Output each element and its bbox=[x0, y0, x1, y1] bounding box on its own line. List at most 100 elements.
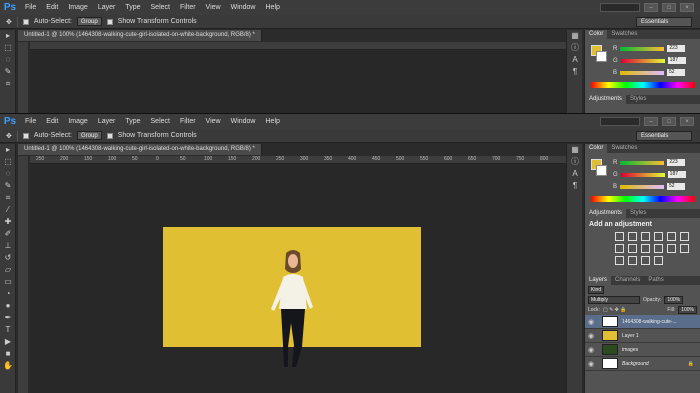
maximize-button[interactable]: □ bbox=[662, 3, 676, 12]
menu-file[interactable]: File bbox=[20, 118, 41, 125]
menu-window[interactable]: Window bbox=[226, 4, 261, 11]
quick-select-tool-icon[interactable]: ✎ bbox=[0, 180, 16, 192]
properties-icon[interactable]: ⓘ bbox=[567, 156, 583, 168]
move-tool-icon[interactable]: ✥ bbox=[6, 132, 12, 140]
blue-value-input[interactable]: 52 bbox=[667, 183, 686, 190]
layer-filter-dropdown[interactable]: Kind bbox=[588, 286, 605, 294]
tab-swatches[interactable]: Swatches bbox=[607, 30, 641, 39]
brightness-contrast-icon[interactable] bbox=[615, 232, 624, 241]
photo-filter-icon[interactable] bbox=[641, 244, 650, 253]
threshold-icon[interactable] bbox=[628, 256, 637, 265]
tab-adjustments[interactable]: Adjustments bbox=[585, 209, 627, 218]
canvas-area[interactable] bbox=[30, 51, 566, 113]
lasso-tool-icon[interactable]: ◌ bbox=[0, 54, 16, 66]
visibility-eye-icon[interactable]: ◉ bbox=[588, 360, 598, 368]
blue-slider[interactable] bbox=[620, 184, 665, 189]
paragraph-icon[interactable]: ¶ bbox=[567, 66, 583, 78]
background-color-swatch[interactable] bbox=[596, 165, 607, 176]
document-canvas[interactable] bbox=[163, 227, 421, 367]
menu-image[interactable]: Image bbox=[63, 118, 92, 125]
menu-select[interactable]: Select bbox=[146, 4, 175, 11]
hand-tool-icon[interactable]: ✋ bbox=[0, 360, 16, 372]
menu-layer[interactable]: Layer bbox=[93, 118, 121, 125]
layer-row[interactable]: ◉ 1464308-walking-cute-... bbox=[585, 315, 700, 329]
gradient-map-icon[interactable] bbox=[641, 256, 650, 265]
quick-select-tool-icon[interactable]: ✎ bbox=[0, 66, 16, 78]
color-balance-icon[interactable] bbox=[615, 244, 624, 253]
channel-mixer-icon[interactable] bbox=[654, 244, 663, 253]
history-brush-tool-icon[interactable]: ↺ bbox=[0, 252, 16, 264]
tab-swatches[interactable]: Swatches bbox=[607, 144, 641, 153]
background-color-swatch[interactable] bbox=[596, 51, 607, 62]
document-tab[interactable]: Untitled-1 @ 100% (1464308-walking-cute-… bbox=[18, 30, 262, 41]
tab-adjustments[interactable]: Adjustments bbox=[585, 95, 627, 104]
dodge-tool-icon[interactable]: ● bbox=[0, 300, 16, 312]
red-slider[interactable] bbox=[620, 160, 665, 165]
menu-view[interactable]: View bbox=[201, 4, 226, 11]
healing-brush-tool-icon[interactable]: ✚ bbox=[0, 216, 16, 228]
auto-select-dropdown[interactable]: Group bbox=[77, 17, 102, 26]
character-icon[interactable]: A bbox=[567, 54, 583, 66]
color-spectrum[interactable] bbox=[591, 82, 695, 88]
green-slider[interactable] bbox=[620, 58, 665, 63]
red-slider[interactable] bbox=[620, 46, 665, 51]
visibility-eye-icon[interactable]: ◉ bbox=[588, 318, 598, 326]
properties-icon[interactable]: ⓘ bbox=[567, 42, 583, 54]
marquee-tool-icon[interactable]: ⬚ bbox=[0, 156, 16, 168]
menu-help[interactable]: Help bbox=[261, 118, 285, 125]
layer-row[interactable]: ◉ Layer 1 bbox=[585, 329, 700, 343]
green-slider[interactable] bbox=[620, 172, 665, 177]
move-tool-icon[interactable]: ✥ bbox=[6, 18, 12, 26]
search-input[interactable] bbox=[600, 117, 640, 126]
eyedropper-tool-icon[interactable]: ⁄ bbox=[0, 204, 16, 216]
tab-styles[interactable]: Styles bbox=[626, 95, 650, 104]
layer-row[interactable]: ◉ Background 🔒 bbox=[585, 357, 700, 371]
layer-row[interactable]: ◉ images bbox=[585, 343, 700, 357]
auto-select-checkbox[interactable] bbox=[22, 132, 29, 139]
maximize-button[interactable]: □ bbox=[662, 117, 676, 126]
move-tool-icon[interactable]: ▸ bbox=[0, 30, 16, 42]
transform-controls-checkbox[interactable] bbox=[106, 18, 113, 25]
menu-edit[interactable]: Edit bbox=[41, 118, 63, 125]
crop-tool-icon[interactable]: ⌗ bbox=[0, 78, 16, 90]
eraser-tool-icon[interactable]: ▱ bbox=[0, 264, 16, 276]
menu-file[interactable]: File bbox=[20, 4, 41, 11]
close-button[interactable]: × bbox=[680, 117, 694, 126]
canvas-area[interactable] bbox=[30, 165, 566, 393]
invert-icon[interactable] bbox=[680, 244, 689, 253]
opacity-input[interactable]: 100% bbox=[664, 296, 684, 304]
shape-tool-icon[interactable]: ■ bbox=[0, 348, 16, 360]
curves-icon[interactable] bbox=[641, 232, 650, 241]
path-selection-tool-icon[interactable]: ▶ bbox=[0, 336, 16, 348]
move-tool-icon[interactable]: ▸ bbox=[0, 144, 16, 156]
exposure-icon[interactable] bbox=[654, 232, 663, 241]
lock-icon[interactable]: ▢ ✎ ✥ 🔒 bbox=[603, 307, 627, 313]
posterize-icon[interactable] bbox=[615, 256, 624, 265]
menu-image[interactable]: Image bbox=[63, 4, 92, 11]
document-tab[interactable]: Untitled-1 @ 100% (1464308-walking-cute-… bbox=[18, 144, 262, 155]
character-icon[interactable]: A bbox=[567, 168, 583, 180]
auto-select-checkbox[interactable] bbox=[22, 18, 29, 25]
crop-tool-icon[interactable]: ⌗ bbox=[0, 192, 16, 204]
black-white-icon[interactable] bbox=[628, 244, 637, 253]
levels-icon[interactable] bbox=[628, 232, 637, 241]
vibrance-icon[interactable] bbox=[667, 232, 676, 241]
red-value-input[interactable]: 223 bbox=[667, 45, 686, 52]
marquee-tool-icon[interactable]: ⬚ bbox=[0, 42, 16, 54]
green-value-input[interactable]: 187 bbox=[667, 57, 686, 64]
tab-styles[interactable]: Styles bbox=[626, 209, 650, 218]
menu-layer[interactable]: Layer bbox=[93, 4, 121, 11]
type-tool-icon[interactable]: T bbox=[0, 324, 16, 336]
red-value-input[interactable]: 223 bbox=[667, 159, 686, 166]
menu-edit[interactable]: Edit bbox=[41, 4, 63, 11]
menu-filter[interactable]: Filter bbox=[175, 118, 201, 125]
green-value-input[interactable]: 187 bbox=[667, 171, 686, 178]
menu-window[interactable]: Window bbox=[226, 118, 261, 125]
close-button[interactable]: × bbox=[680, 3, 694, 12]
tab-channels[interactable]: Channels bbox=[611, 276, 644, 285]
brush-tool-icon[interactable]: ✐ bbox=[0, 228, 16, 240]
tab-paths[interactable]: Paths bbox=[644, 276, 667, 285]
tab-layers[interactable]: Layers bbox=[585, 276, 612, 285]
lasso-tool-icon[interactable]: ◌ bbox=[0, 168, 16, 180]
visibility-eye-icon[interactable]: ◉ bbox=[588, 346, 598, 354]
